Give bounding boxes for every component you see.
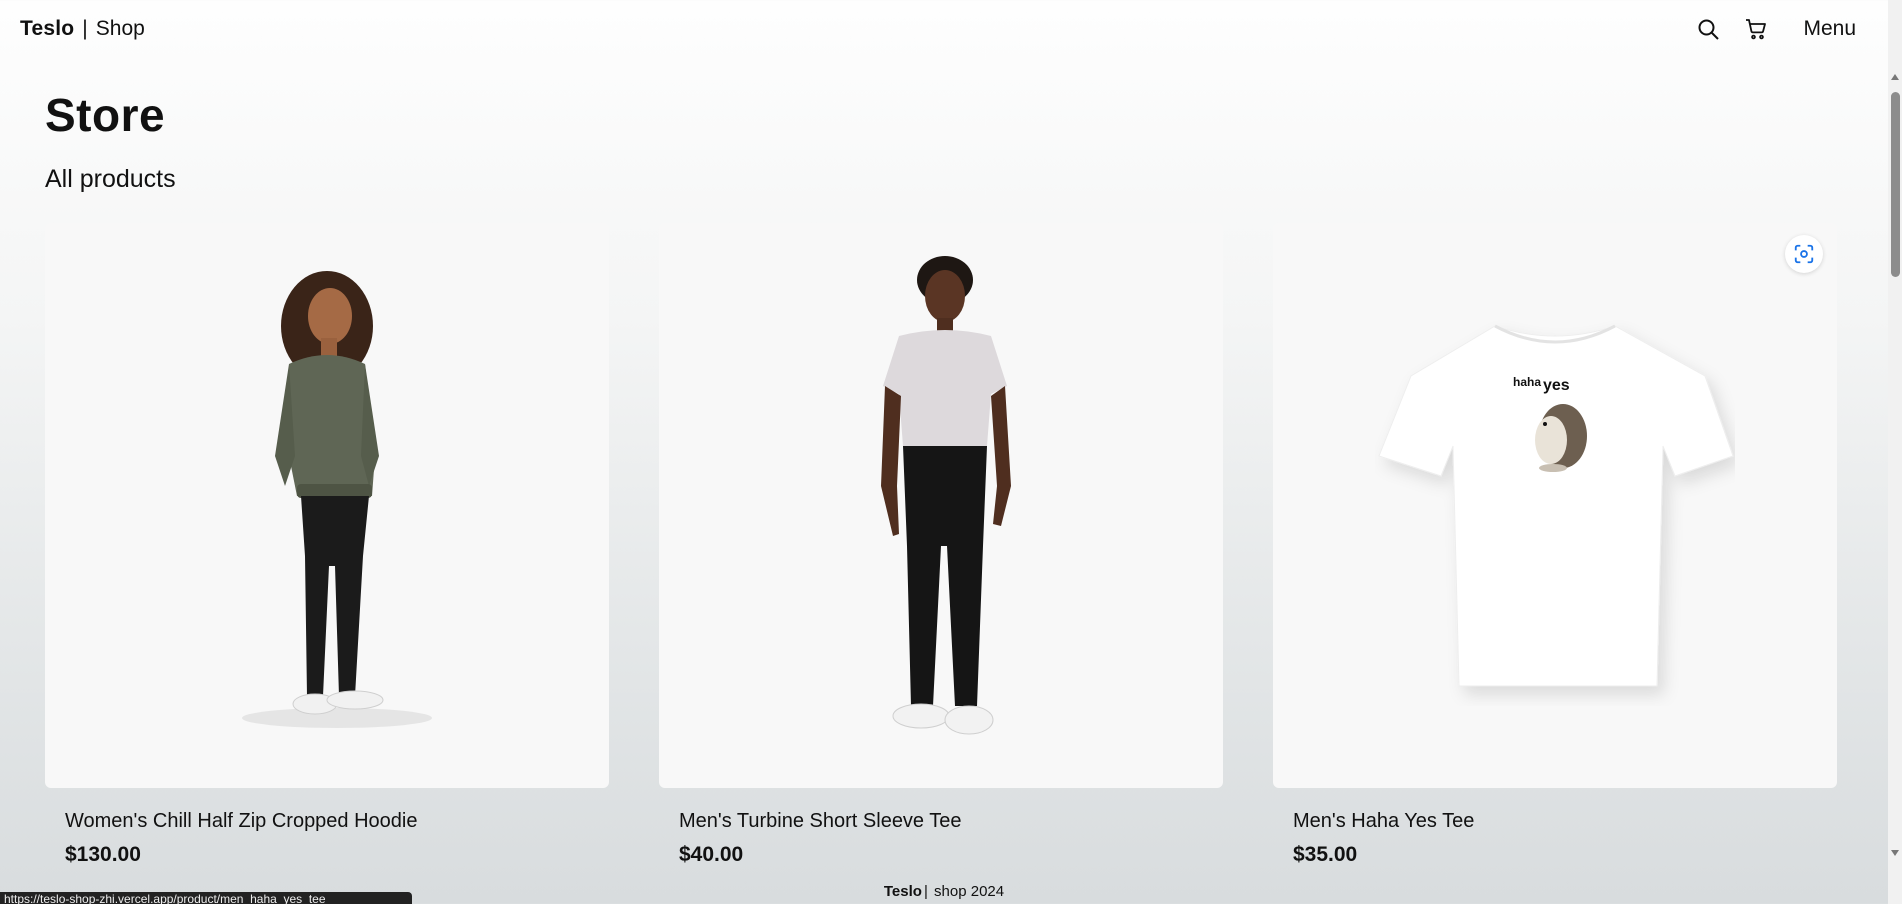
footer-text: shop 2024 — [934, 883, 1005, 900]
product-info: Men's Turbine Short Sleeve Tee $40.00 — [659, 788, 1223, 867]
cart-icon — [1746, 19, 1767, 40]
vertical-scrollbar[interactable] — [1888, 0, 1902, 904]
scroll-up-arrow-icon[interactable] — [1890, 72, 1900, 82]
product-price: $130.00 — [65, 843, 141, 866]
product-image[interactable]: haha yes — [1273, 223, 1837, 788]
product-price: $35.00 — [1293, 843, 1358, 866]
product-image[interactable] — [45, 223, 609, 788]
search-button[interactable] — [1695, 16, 1721, 42]
lens-search-icon — [1794, 244, 1814, 264]
brand-name: Teslo — [20, 17, 75, 40]
header-actions: Menu — [1695, 13, 1868, 45]
scroll-down-arrow-icon[interactable] — [1890, 848, 1900, 858]
product-image[interactable] — [659, 223, 1223, 788]
link-status-bar: https://teslo-shop-zhi.vercel.app/produc… — [0, 892, 412, 904]
product-price: $40.00 — [679, 843, 744, 866]
top-navbar: Teslo | Shop Menu — [0, 0, 1888, 58]
haha-yes-tee-image: haha yes — [1378, 324, 1734, 686]
brand-separator: | — [82, 17, 88, 40]
page-subtitle: All products — [45, 165, 176, 193]
product-title[interactable]: Women's Chill Half Zip Cropped Hoodie — [65, 810, 589, 833]
product-title[interactable]: Men's Haha Yes Tee — [1293, 810, 1817, 833]
product-card[interactable]: haha yes Men's Haha Yes Tee $35.00 — [1273, 223, 1837, 867]
product-info: Men's Haha Yes Tee $35.00 — [1273, 788, 1837, 867]
product-title[interactable]: Men's Turbine Short Sleeve Tee — [679, 810, 1203, 833]
product-grid: Women's Chill Half Zip Cropped Hoodie $1… — [45, 223, 1837, 867]
brand-suffix: Shop — [95, 17, 145, 40]
brand-logo-link[interactable]: Teslo | Shop — [20, 17, 145, 41]
tee-print-small-text: haha — [1513, 375, 1541, 389]
footer-brand: Teslo — [883, 883, 922, 900]
product-card[interactable]: Men's Turbine Short Sleeve Tee $40.00 — [659, 223, 1223, 867]
woman-hoodie-model-image — [242, 270, 432, 728]
page-title: Store — [45, 89, 166, 141]
image-search-button[interactable] — [1785, 235, 1823, 273]
scrollbar-thumb[interactable] — [1891, 92, 1900, 277]
menu-button[interactable]: Menu — [1791, 13, 1868, 45]
search-icon — [1698, 19, 1720, 40]
product-card[interactable]: Women's Chill Half Zip Cropped Hoodie $1… — [45, 223, 609, 867]
man-tee-model-image — [881, 255, 1011, 734]
cart-button[interactable] — [1743, 16, 1769, 42]
product-info: Women's Chill Half Zip Cropped Hoodie $1… — [45, 788, 609, 867]
tee-print-large-text: yes — [1543, 377, 1570, 394]
footer-separator: | — [923, 883, 928, 900]
